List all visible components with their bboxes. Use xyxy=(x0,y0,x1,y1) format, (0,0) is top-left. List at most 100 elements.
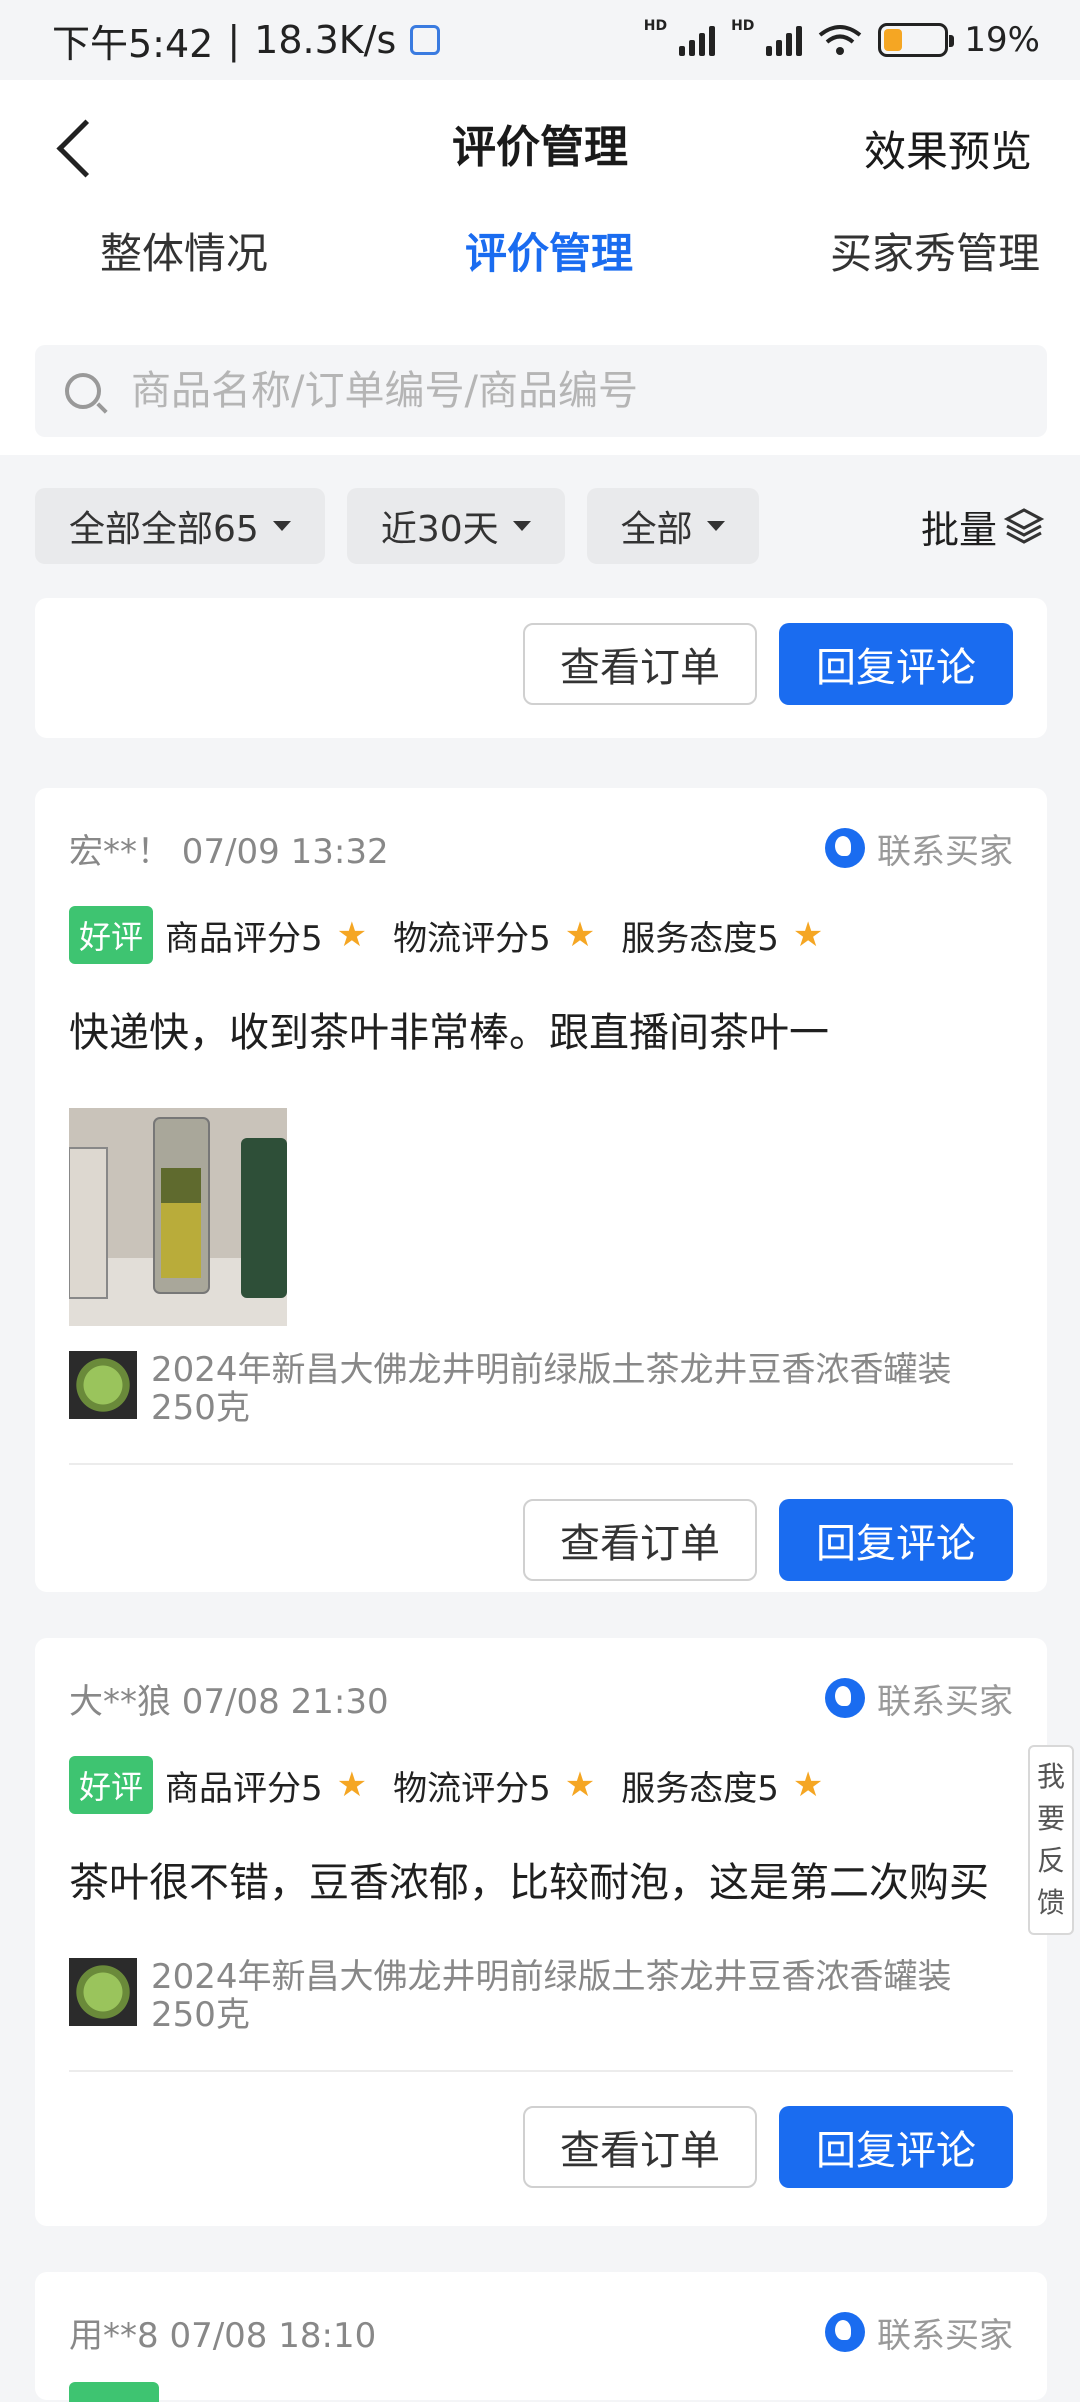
review-comment: 快递快，收到茶叶非常棒。跟直播间茶叶一 xyxy=(69,1010,829,1056)
contact-label: 联系买家 xyxy=(877,2315,1013,2356)
product-title-line-1: 2024年新昌大佛龙井明前绿版土茶龙井豆香浓香罐装 xyxy=(151,1350,952,1390)
wifi-icon xyxy=(819,25,862,55)
dropdown-arrow-icon xyxy=(512,521,531,531)
search-icon xyxy=(65,373,101,409)
review-card: 大**狼 07/08 21:30 联系买家 好评 商品评分5 ★ 物流评分5 ★ 服… xyxy=(35,1638,1047,2226)
buyer-info: 宏**！ 07/09 13:32 xyxy=(69,831,389,872)
status-time: 下午5:42 xyxy=(52,21,214,66)
divider xyxy=(69,2070,1013,2072)
service-rating: 服务态度5 xyxy=(621,1768,779,1809)
navbar: 评价管理 效果预览 xyxy=(0,80,1080,205)
product-title: 2024年新昌大佛龙井明前绿版土茶龙井豆香浓香罐装 250克 xyxy=(151,1351,952,1427)
rating-row: 好评 商品评分5 ★ 物流评分5 ★ 服务态度5 ★ xyxy=(35,1756,1047,1814)
logistics-rating: 物流评分5 xyxy=(393,918,551,959)
star-icon: ★ xyxy=(792,915,824,955)
hd-label-2: HD xyxy=(731,18,755,34)
contact-label: 联系买家 xyxy=(877,1681,1013,1722)
reply-button[interactable]: 回复评论 xyxy=(779,1499,1013,1581)
layers-icon xyxy=(1003,508,1045,544)
review-card: 宏**！ 07/09 13:32 联系买家 好评 商品评分5 ★ 物流评分5 ★ 服… xyxy=(35,788,1047,1592)
product-info[interactable]: 2024年新昌大佛龙井明前绿版土茶龙井豆香浓香罐装 250克 xyxy=(35,1958,1047,2034)
contact-buyer-button[interactable]: 联系买家 xyxy=(825,1674,1013,1723)
service-rating: 服务态度5 xyxy=(621,918,779,959)
review-comment: 茶叶很不错，豆香浓郁，比较耐泡，这是第二次购买 xyxy=(69,1860,989,1906)
contact-icon xyxy=(825,828,865,868)
feedback-char: 我 xyxy=(1036,1760,1065,1793)
rating-row: 好评 商品评分5 ★ 物流评分5 ★ 服务态度5 ★ xyxy=(35,906,1047,964)
view-order-button[interactable]: 查看订单 xyxy=(523,623,757,705)
product-rating: 商品评分5 xyxy=(165,1768,323,1809)
contact-buyer-button[interactable]: 联系买家 xyxy=(825,824,1013,873)
star-icon: ★ xyxy=(336,1765,368,1805)
tab-buyer-show[interactable]: 买家秀管理 xyxy=(830,220,1040,281)
back-arrow-icon[interactable] xyxy=(55,118,95,158)
reply-button[interactable]: 回复评论 xyxy=(779,2106,1013,2188)
contact-label: 联系买家 xyxy=(877,831,1013,872)
header: 评价管理 效果预览 整体情况 评价管理 买家秀管理 xyxy=(0,80,1080,311)
product-title: 2024年新昌大佛龙井明前绿版土茶龙井豆香浓香罐装 250克 xyxy=(151,1958,952,2034)
feedback-button[interactable]: 我 要 反 馈 xyxy=(1028,1745,1074,1935)
dropdown-arrow-icon xyxy=(706,521,725,531)
star-icon: ★ xyxy=(564,1765,596,1805)
filter-date[interactable]: 近30天 xyxy=(346,488,565,564)
product-rating: 商品评分5 xyxy=(165,918,323,959)
good-review-badge: 好评 xyxy=(69,1756,154,1814)
battery-icon xyxy=(878,23,955,57)
star-icon: ★ xyxy=(564,915,596,955)
status-net-speed: 18.3K/s xyxy=(254,18,397,62)
filter-type-label: 全部全部65 xyxy=(69,509,259,550)
tab-review-management[interactable]: 评价管理 xyxy=(465,220,633,311)
reply-button[interactable]: 回复评论 xyxy=(779,623,1013,705)
review-card-partial: 查看订单 回复评论 xyxy=(35,598,1047,738)
filter-status[interactable]: 全部 xyxy=(586,488,759,564)
search-section xyxy=(0,280,1080,455)
star-icon: ★ xyxy=(792,1765,824,1805)
status-left: 下午5:42 | 18.3K/s xyxy=(52,13,441,68)
filter-bar: 全部全部65 近30天 全部 批量 xyxy=(35,488,1045,564)
good-review-badge: 好评 xyxy=(69,906,154,964)
dropdown-arrow-icon xyxy=(272,521,291,531)
buyer-info: 用**8 07/08 18:10 xyxy=(69,2315,377,2356)
preview-button[interactable]: 效果预览 xyxy=(864,118,1032,179)
filter-status-label: 全部 xyxy=(620,509,693,550)
view-order-button[interactable]: 查看订单 xyxy=(523,1499,757,1581)
contact-icon xyxy=(825,2312,865,2352)
card-actions: 查看订单 回复评论 xyxy=(35,598,1047,705)
app-notification-icon xyxy=(410,25,441,55)
product-title-line-1: 2024年新昌大佛龙井明前绿版土茶龙井豆香浓香罐装 xyxy=(151,1957,952,1997)
feedback-char: 馈 xyxy=(1036,1886,1065,1919)
card-actions: 查看订单 回复评论 xyxy=(35,1499,1047,1581)
card-header: 宏**！ 07/09 13:32 联系买家 xyxy=(35,818,1047,878)
batch-button[interactable]: 批量 xyxy=(921,488,1045,564)
review-card: 用**8 07/08 18:10 联系买家 xyxy=(35,2272,1047,2402)
page-title: 评价管理 xyxy=(452,121,628,173)
signal-icon-2 xyxy=(766,24,803,56)
divider xyxy=(69,1463,1013,1465)
product-info[interactable]: 2024年新昌大佛龙井明前绿版土茶龙井豆香浓香罐装 250克 xyxy=(35,1351,1047,1427)
search-input[interactable] xyxy=(131,368,931,414)
card-actions: 查看订单 回复评论 xyxy=(35,2106,1047,2188)
battery-percent: 19% xyxy=(964,20,1040,60)
review-photo[interactable] xyxy=(69,1108,287,1326)
status-bar: 下午5:42 | 18.3K/s HD HD 19% xyxy=(0,0,1080,80)
product-thumbnail xyxy=(69,1958,137,2026)
filter-type[interactable]: 全部全部65 xyxy=(35,488,325,564)
feedback-char: 反 xyxy=(1036,1844,1065,1877)
product-title-line-2: 250克 xyxy=(151,1995,250,2035)
feedback-char: 要 xyxy=(1036,1802,1065,1835)
good-review-badge-partial xyxy=(69,2382,159,2402)
signal-icon-1 xyxy=(679,24,716,56)
status-icons: HD HD 19% xyxy=(643,18,1040,60)
batch-label: 批量 xyxy=(920,507,997,552)
search-bar[interactable] xyxy=(35,345,1047,437)
star-icon: ★ xyxy=(336,915,368,955)
hd-label-1: HD xyxy=(643,18,668,34)
logistics-rating: 物流评分5 xyxy=(393,1768,551,1809)
buyer-info: 大**狼 07/08 21:30 xyxy=(69,1681,389,1722)
tab-overview[interactable]: 整体情况 xyxy=(100,220,268,281)
contact-buyer-button[interactable]: 联系买家 xyxy=(825,2308,1013,2357)
status-separator: | xyxy=(227,18,241,62)
filter-date-label: 近30天 xyxy=(380,509,499,550)
card-header: 大**狼 07/08 21:30 联系买家 xyxy=(35,1668,1047,1728)
view-order-button[interactable]: 查看订单 xyxy=(523,2106,757,2188)
